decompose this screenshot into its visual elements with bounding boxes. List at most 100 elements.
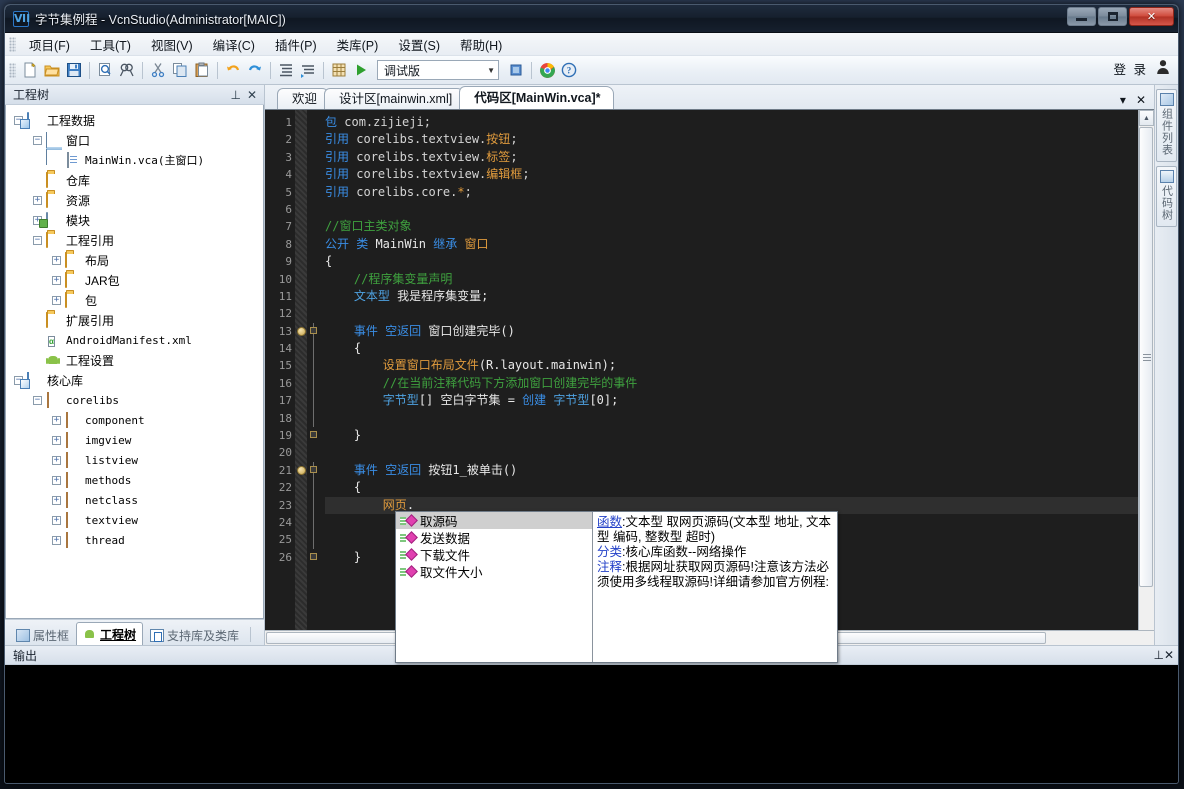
tree-item[interactable]: 仓库 xyxy=(6,170,263,190)
code-line[interactable]: 事件 空返回 窗口创建完毕() xyxy=(325,323,1138,340)
gutter-marker[interactable] xyxy=(295,549,307,566)
minimize-button[interactable] xyxy=(1067,7,1096,26)
fold-marker[interactable] xyxy=(307,271,321,288)
expand-icon[interactable]: + xyxy=(52,535,61,545)
fold-toggle-icon[interactable] xyxy=(310,326,317,334)
menu-help[interactable]: 帮助(H) xyxy=(450,32,512,57)
tab-menu-chevron-icon[interactable]: ▾ xyxy=(1120,93,1126,107)
expand-icon[interactable]: + xyxy=(52,255,61,265)
help-icon[interactable]: ? xyxy=(558,59,580,81)
code-line[interactable]: 引用 corelibs.textview.标签; xyxy=(325,149,1138,166)
fold-marker[interactable] xyxy=(307,479,321,496)
gutter-marker[interactable] xyxy=(295,271,307,288)
menu-plugin[interactable]: 插件(P) xyxy=(265,32,327,57)
autocomplete-popup[interactable]: 取源码 发送数据 下载文件 取文件大小 函数:文本型 取网页源码(文本型 地址, 文本… xyxy=(395,511,838,663)
chrome-icon[interactable] xyxy=(536,59,558,81)
pin-icon[interactable]: ⊥ xyxy=(227,88,243,102)
gutter-marker[interactable] xyxy=(295,479,307,496)
code-line[interactable] xyxy=(325,410,1138,427)
gutter-marker[interactable] xyxy=(295,323,307,340)
tree-item[interactable]: + thread xyxy=(6,530,263,550)
fold-marker[interactable] xyxy=(307,375,321,392)
code-line[interactable]: //程序集变量声明 xyxy=(325,271,1138,288)
gutter-marker[interactable] xyxy=(295,340,307,357)
code-line[interactable]: 文本型 我是程序集变量; xyxy=(325,288,1138,305)
close-icon[interactable]: ✕ xyxy=(244,88,260,102)
fold-marker[interactable] xyxy=(307,514,321,531)
tree-item[interactable]: α AndroidManifest.xml xyxy=(6,330,263,350)
tree-item[interactable]: + methods xyxy=(6,470,263,490)
gutter-marker[interactable] xyxy=(295,497,307,514)
code-line[interactable] xyxy=(325,444,1138,461)
tree-item[interactable]: 扩展引用 xyxy=(6,310,263,330)
redo-icon[interactable] xyxy=(244,59,266,81)
project-tree[interactable]: − 工程数据 − 窗口 MainWin.vca(主窗口) 仓库 + 资源 + 模块 − 工程引用 + 布局… xyxy=(5,105,264,619)
fold-marker[interactable] xyxy=(307,392,321,409)
gutter-marker[interactable] xyxy=(295,462,307,479)
gutter-marker[interactable] xyxy=(295,288,307,305)
fold-marker[interactable] xyxy=(307,305,321,322)
close-button[interactable]: ✕ xyxy=(1129,7,1174,26)
vtab-component-list[interactable]: 组件列表 xyxy=(1156,89,1177,162)
fold-toggle-icon[interactable] xyxy=(310,553,317,560)
find-icon[interactable] xyxy=(116,59,138,81)
editor-close-icon[interactable]: ✕ xyxy=(1136,93,1146,107)
code-line[interactable]: 设置窗口布局文件(R.layout.mainwin); xyxy=(325,357,1138,374)
code-line[interactable]: { xyxy=(325,253,1138,270)
code-line[interactable]: { xyxy=(325,340,1138,357)
code-line[interactable] xyxy=(325,201,1138,218)
user-avatar-icon[interactable] xyxy=(1156,59,1170,78)
fold-marker[interactable] xyxy=(307,201,321,218)
editor-tab-design[interactable]: 设计区[mainwin.xml] xyxy=(324,88,466,109)
fold-toggle-icon[interactable] xyxy=(310,431,317,439)
code-line[interactable]: 引用 corelibs.textview.编辑框; xyxy=(325,166,1138,183)
save-icon[interactable] xyxy=(63,59,85,81)
code-line[interactable]: } xyxy=(325,427,1138,444)
code-line[interactable] xyxy=(325,305,1138,322)
expand-icon[interactable]: + xyxy=(52,455,61,465)
open-file-icon[interactable] xyxy=(41,59,63,81)
dock-tab-project-tree[interactable]: 工程树 xyxy=(76,622,144,645)
fold-toggle-icon[interactable] xyxy=(310,466,317,473)
fold-marker[interactable] xyxy=(307,184,321,201)
expand-icon[interactable]: + xyxy=(33,195,42,205)
gutter-marker[interactable] xyxy=(295,427,307,444)
cut-icon[interactable] xyxy=(147,59,169,81)
scrollbar-thumb[interactable] xyxy=(1139,127,1153,587)
gutter-marker[interactable] xyxy=(295,218,307,235)
expand-icon[interactable]: + xyxy=(52,275,61,285)
code-line[interactable]: //在当前注释代码下方添加窗口创建完毕的事件 xyxy=(325,375,1138,392)
tree-item[interactable]: + listview xyxy=(6,450,263,470)
menu-project[interactable]: 项目(F) xyxy=(19,32,80,57)
gutter-marker[interactable] xyxy=(295,305,307,322)
fold-marker[interactable] xyxy=(307,444,321,461)
menu-library[interactable]: 类库(P) xyxy=(327,32,389,57)
gutter-marker[interactable] xyxy=(295,375,307,392)
autocomplete-item[interactable]: 发送数据 xyxy=(396,529,592,546)
expand-icon[interactable]: + xyxy=(52,495,61,505)
fold-marker[interactable] xyxy=(307,166,321,183)
code-line[interactable]: 公开 类 MainWin 继承 窗口 xyxy=(325,236,1138,253)
fold-marker[interactable] xyxy=(307,531,321,548)
gutter-marker[interactable] xyxy=(295,444,307,461)
gutter-marker[interactable] xyxy=(295,357,307,374)
output-pin-icon[interactable]: ⊥ xyxy=(1153,648,1163,662)
tree-item[interactable]: + 布局 xyxy=(6,250,263,270)
autocomplete-item[interactable]: 取源码 xyxy=(396,512,592,529)
undo-icon[interactable] xyxy=(222,59,244,81)
copy-icon[interactable] xyxy=(169,59,191,81)
fold-marker[interactable] xyxy=(307,236,321,253)
gutter-marker[interactable] xyxy=(295,514,307,531)
output-close-icon[interactable]: ✕ xyxy=(1164,648,1174,662)
build-config-select[interactable]: 调试版 ▼ xyxy=(377,60,499,80)
collapse-icon[interactable]: − xyxy=(33,235,42,245)
code-line[interactable]: 引用 corelibs.textview.按钮; xyxy=(325,131,1138,148)
code-line[interactable]: { xyxy=(325,479,1138,496)
gutter-marker[interactable] xyxy=(295,131,307,148)
gutter-marker[interactable] xyxy=(295,114,307,131)
gutter-marker[interactable] xyxy=(295,392,307,409)
expand-icon[interactable]: + xyxy=(52,515,61,525)
tree-item[interactable]: − corelibs xyxy=(6,390,263,410)
tree-item[interactable]: + 模块 xyxy=(6,210,263,230)
run-icon[interactable] xyxy=(350,59,372,81)
